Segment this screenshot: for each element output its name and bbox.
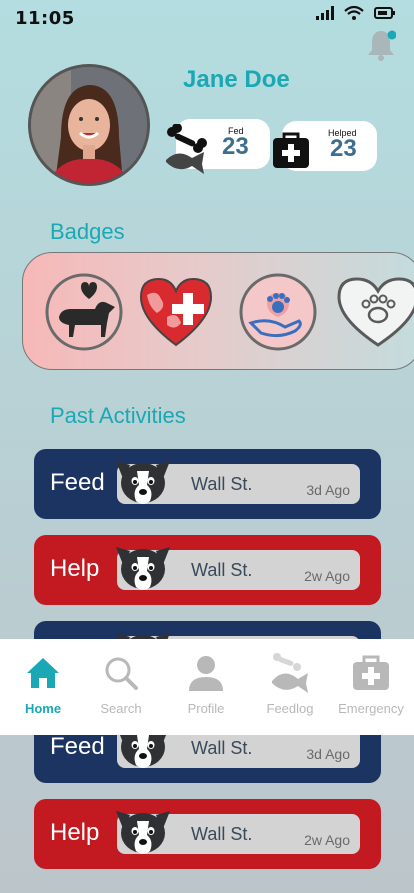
nav-emergency-label: Emergency <box>338 701 404 716</box>
activity-location: Wall St. <box>191 738 253 758</box>
avatar[interactable] <box>28 64 150 186</box>
paw-heart-badge-icon[interactable] <box>333 273 414 351</box>
home-icon <box>27 658 59 688</box>
nav-profile-label: Profile <box>187 701 225 716</box>
dog-avatar-icon <box>116 811 170 854</box>
signal-icon <box>316 6 334 20</box>
nav-home[interactable]: Home <box>2 639 84 735</box>
activity-time: 2w Ago <box>304 568 350 584</box>
activity-type: Feed <box>50 469 105 496</box>
heart-cross-badge-icon[interactable] <box>137 273 215 351</box>
activity-type: Help <box>50 819 100 846</box>
stat-fed-value: 23 <box>222 133 249 160</box>
status-bar: 11:05 <box>0 0 414 36</box>
activity-location: Wall St. <box>191 474 253 494</box>
dog-love-badge-icon[interactable] <box>45 273 123 351</box>
paw-hand-badge-icon[interactable] <box>239 273 317 351</box>
status-time: 11:05 <box>15 8 75 29</box>
profile-icon <box>189 656 223 691</box>
nav-feedlog[interactable]: Feedlog <box>249 639 331 735</box>
stat-helped-value: 23 <box>330 135 357 162</box>
first-aid-kit-icon <box>273 132 309 168</box>
past-activities-title: Past Activities <box>50 403 186 428</box>
dog-avatar-icon <box>116 547 170 590</box>
search-icon <box>105 657 138 690</box>
nav-home-label: Home <box>24 701 62 716</box>
activity-card[interactable]: Help Wall St. 2w Ago <box>34 799 381 869</box>
avatar-photo <box>31 67 147 183</box>
dog-avatar-icon <box>116 461 170 504</box>
activity-time: 3d Ago <box>306 746 350 762</box>
activity-card[interactable]: Feed Wall St. 3d Ago <box>34 449 381 519</box>
battery-icon <box>374 7 395 19</box>
activity-type: Feed <box>50 733 105 760</box>
activity-time: 3d Ago <box>306 482 350 498</box>
nav-search[interactable]: Search <box>80 639 162 735</box>
nav-search-label: Search <box>100 701 142 716</box>
badges-carousel[interactable] <box>22 252 414 370</box>
fish-bone-icon <box>166 124 207 174</box>
notification-bell-icon[interactable] <box>366 28 396 62</box>
badges-title: Badges <box>50 219 125 244</box>
activity-location: Wall St. <box>191 824 253 844</box>
wifi-icon <box>344 6 364 20</box>
feedlog-icon <box>272 653 308 693</box>
nav-profile[interactable]: Profile <box>165 639 247 735</box>
nav-feedlog-label: Feedlog <box>266 701 314 716</box>
nav-emergency[interactable]: Emergency <box>330 639 412 735</box>
activity-location: Wall St. <box>191 560 253 580</box>
emergency-kit-icon <box>353 655 389 690</box>
bottom-nav: Home Search Profile Feedlog Emergency <box>0 639 414 735</box>
activity-type: Help <box>50 555 100 582</box>
user-name: Jane Doe <box>183 66 290 93</box>
status-icons <box>316 6 396 20</box>
activity-time: 2w Ago <box>304 832 350 848</box>
activity-card[interactable]: Help Wall St. 2w Ago <box>34 535 381 605</box>
